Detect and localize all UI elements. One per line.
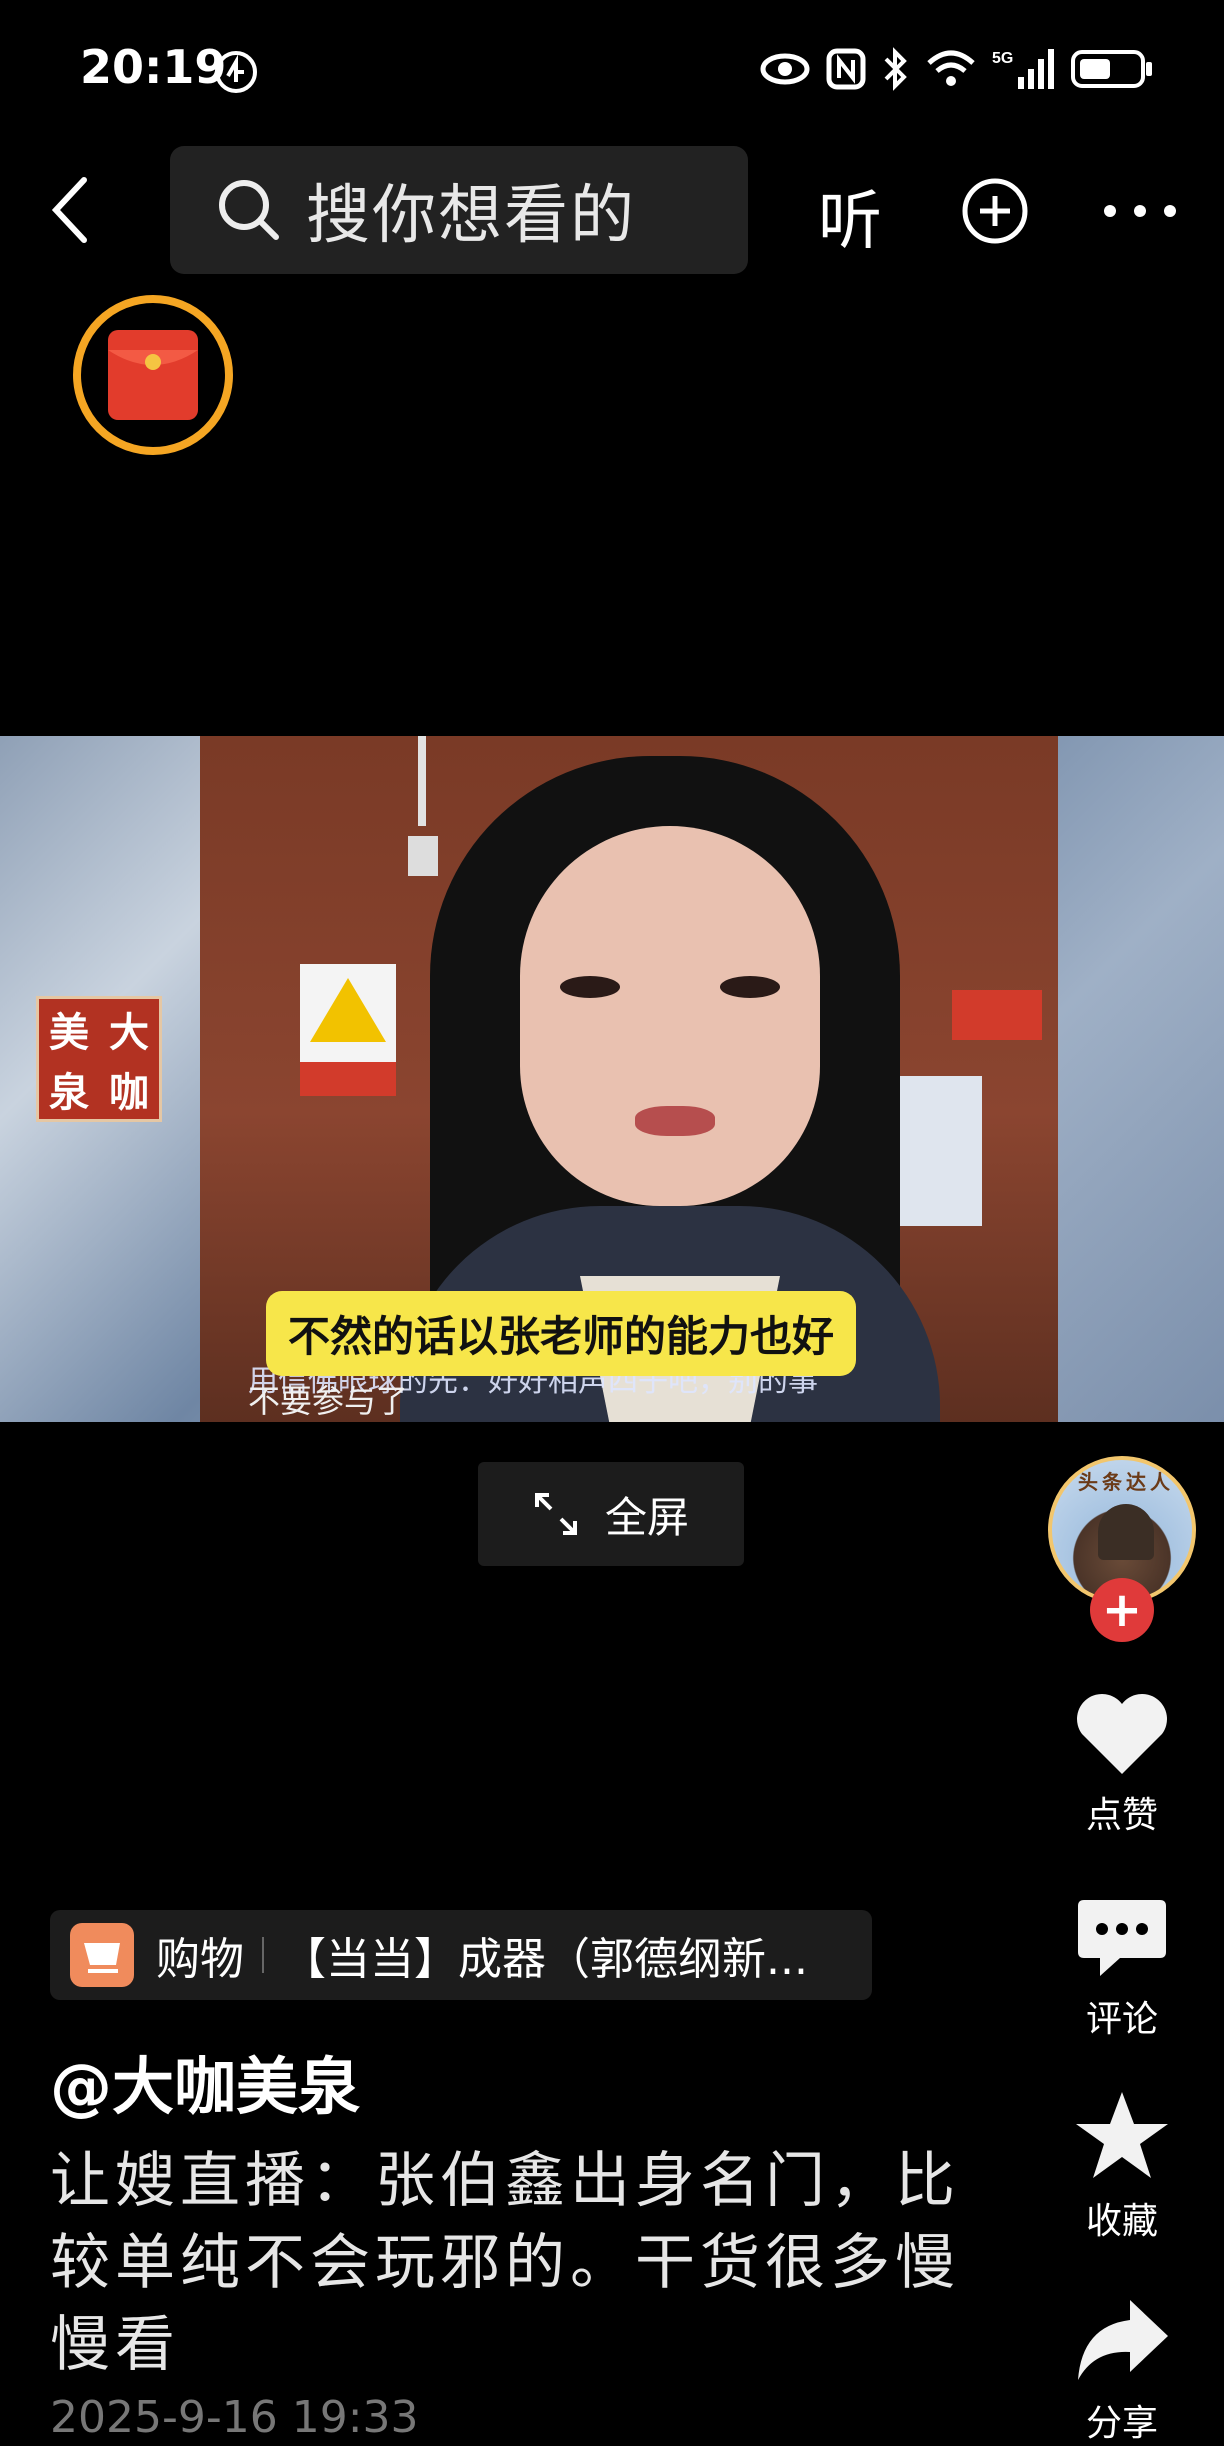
wifi-icon [927, 50, 975, 86]
like-button[interactable]: 点赞 [1060, 1690, 1184, 1838]
product-type: 购物 [156, 1934, 244, 1985]
avatar-banner: 头条达人 [1078, 1470, 1174, 1494]
comment-label: 评论 [1085, 1999, 1158, 2040]
add-button[interactable] [960, 176, 1030, 246]
post-caption: 让嫂直播：张伯鑫出身名门，比较单纯不会玩邪的。干货很多慢慢看 [50, 2146, 960, 2380]
red-packet-icon[interactable] [68, 290, 238, 460]
share-label: 分享 [1085, 2403, 1158, 2444]
eye-icon [760, 53, 810, 85]
bluetooth-icon [884, 47, 907, 91]
warning-sign [300, 964, 396, 1096]
channel-logo: 美 大 泉 咖 [36, 996, 162, 1122]
5g-signal-icon: 5G [992, 49, 1054, 89]
logo-char: 泉 [49, 1069, 89, 1116]
cart-icon [70, 1923, 134, 1987]
comment-icon [1078, 1900, 1166, 1976]
logo-char: 大 [109, 1009, 149, 1056]
video-subtitle-second-line: 不要参与了 [248, 1382, 409, 1420]
like-label: 点赞 [1085, 1795, 1158, 1836]
nfc-icon [826, 48, 866, 90]
more-icon[interactable] [1100, 196, 1180, 226]
fullscreen-label: 全屏 [604, 1492, 689, 1542]
back-button[interactable] [44, 170, 104, 250]
status-icons: 5G [760, 44, 1154, 94]
battery-icon [1071, 50, 1152, 88]
favorite-button[interactable]: 收藏 [1060, 2088, 1184, 2244]
svg-text:5G: 5G [992, 50, 1013, 67]
badge-icon [215, 51, 257, 93]
status-time: 20:19 [80, 40, 227, 94]
product-bar[interactable]: 购物 【当当】成器（郭德纲新... [50, 1910, 872, 2000]
fullscreen-button[interactable]: 全屏 [478, 1462, 744, 1566]
favorite-label: 收藏 [1085, 2201, 1158, 2242]
divider [262, 1937, 264, 1973]
search-input[interactable]: 搜你想看的 [170, 146, 748, 274]
product-title: 【当当】成器（郭德纲新... [282, 1934, 808, 1985]
search-icon [219, 180, 279, 240]
expand-icon [534, 1493, 577, 1535]
follow-button[interactable]: + [1090, 1578, 1154, 1642]
video-subtitle: 不然的话以张老师的能力也好 [266, 1291, 857, 1376]
author-name[interactable]: @大咖美泉 [50, 2036, 360, 2126]
listen-button[interactable]: 听 [818, 170, 882, 262]
logo-char: 咖 [109, 1069, 149, 1116]
heart-icon [1077, 1694, 1167, 1774]
post-date: 2025-9-16 19:33 [50, 2392, 419, 2443]
search-placeholder: 搜你想看的 [306, 179, 636, 253]
video-player[interactable]: 美 大 泉 咖 用信佛眼球的先：好好相声四子吧，别的事 不然的话以张老师的能力也… [0, 736, 1224, 1422]
star-icon [1076, 2092, 1168, 2178]
comment-button[interactable]: 评论 [1060, 1896, 1184, 2042]
logo-char: 美 [49, 1009, 89, 1056]
share-icon [1078, 2300, 1168, 2380]
share-button[interactable]: 分享 [1060, 2296, 1184, 2446]
